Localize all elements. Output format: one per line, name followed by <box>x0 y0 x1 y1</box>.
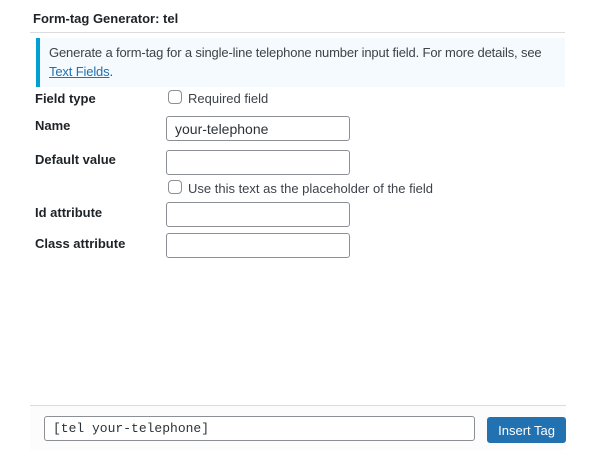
panel-title: Form-tag Generator: tel <box>33 11 179 26</box>
default-value-label: Default value <box>35 152 116 167</box>
text-fields-link[interactable]: Text Fields <box>49 64 110 79</box>
id-attribute-label: Id attribute <box>35 205 103 220</box>
required-field-checkbox-label[interactable]: Required field <box>188 91 268 106</box>
field-type-label: Field type <box>35 91 96 106</box>
required-field-checkbox[interactable] <box>168 90 182 104</box>
use-as-placeholder-checkbox[interactable] <box>168 180 182 194</box>
class-attribute-label: Class attribute <box>35 236 126 251</box>
use-as-placeholder-checkbox-label[interactable]: Use this text as the placeholder of the … <box>188 181 433 196</box>
info-box: Generate a form-tag for a single-line te… <box>36 38 565 87</box>
generated-tag-input[interactable] <box>44 416 475 441</box>
class-attribute-input[interactable] <box>166 233 350 258</box>
insert-box: Insert Tag <box>30 405 566 450</box>
insert-tag-button[interactable]: Insert Tag <box>487 417 566 443</box>
title-divider <box>30 32 565 33</box>
info-text-suffix: . <box>109 64 113 79</box>
id-attribute-input[interactable] <box>166 202 350 227</box>
info-text: Generate a form-tag for a single-line te… <box>49 45 542 60</box>
default-value-input[interactable] <box>166 150 350 175</box>
name-label: Name <box>35 118 71 133</box>
form-tag-generator-panel: Form-tag Generator: tel Generate a form-… <box>0 0 600 450</box>
name-input[interactable] <box>166 116 350 141</box>
